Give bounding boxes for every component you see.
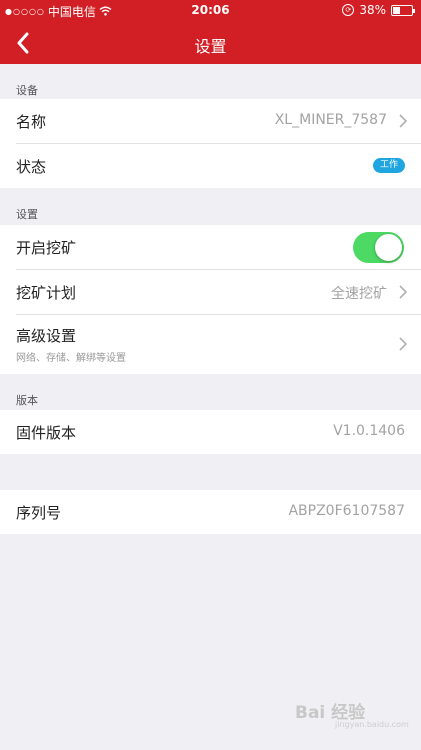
row-device-name[interactable]: 名称 XL_MINER_7587 <box>0 99 421 143</box>
row-advanced-settings[interactable]: 高级设置 网络、存储、解绑等设置 <box>0 315 421 374</box>
row-mining-toggle: 开启挖矿 <box>0 225 421 269</box>
nav-bar: 设置 <box>0 22 421 64</box>
device-name-value: XL_MINER_7587 <box>274 112 387 128</box>
battery-tip <box>413 8 415 13</box>
rotation-lock-icon: ⟳ <box>342 4 355 16</box>
device-name-label: 名称 <box>16 113 47 131</box>
group-device: 名称 XL_MINER_7587 状态 工作 <box>0 99 421 188</box>
baidu-watermark: Bai 经验 jingyan.baidu.com <box>295 698 415 738</box>
advanced-settings-label: 高级设置 <box>16 327 77 345</box>
status-bar: ●○○○○ 中国电信 20:06 ⟳ 38% <box>0 0 421 22</box>
firmware-version-value: V1.0.1406 <box>333 423 405 439</box>
group-settings: 开启挖矿 挖矿计划 全速挖矿 高级设置 网络、存储、解绑等设置 <box>0 225 421 374</box>
battery-icon <box>391 4 415 16</box>
toggle-knob <box>375 234 402 261</box>
page-title: 设置 <box>194 37 227 56</box>
chevron-right-icon <box>399 114 407 128</box>
row-serial-number: 序列号 ABPZ0F6107587 <box>0 490 421 534</box>
chevron-right-icon <box>399 337 407 351</box>
mining-toggle-switch[interactable] <box>353 232 404 263</box>
status-badge: 工作 <box>372 158 405 173</box>
battery-percent: 38% <box>359 3 386 17</box>
row-firmware-version: 固件版本 V1.0.1406 <box>0 410 421 454</box>
mining-plan-value: 全速挖矿 <box>331 286 387 302</box>
serial-number-label: 序列号 <box>16 504 62 522</box>
battery-fill <box>393 6 400 14</box>
status-right: ⟳ 38% <box>342 3 415 17</box>
advanced-settings-subtitle: 网络、存储、解绑等设置 <box>16 353 126 364</box>
section-header-settings: 设置 <box>16 208 38 221</box>
row-device-status: 状态 工作 <box>0 144 421 188</box>
section-header-version: 版本 <box>16 394 38 407</box>
section-header-device: 设备 <box>16 84 38 97</box>
row-mining-plan[interactable]: 挖矿计划 全速挖矿 <box>0 270 421 314</box>
device-status-label: 状态 <box>16 158 47 176</box>
chevron-right-icon <box>399 285 407 299</box>
watermark-subtext: jingyan.baidu.com <box>335 720 409 729</box>
group-version: 固件版本 V1.0.1406 <box>0 410 421 454</box>
mining-plan-label: 挖矿计划 <box>16 284 77 302</box>
mining-toggle-label: 开启挖矿 <box>16 239 77 257</box>
firmware-version-label: 固件版本 <box>16 424 77 442</box>
serial-number-value: ABPZ0F6107587 <box>288 503 405 519</box>
group-serial: 序列号 ABPZ0F6107587 <box>0 490 421 534</box>
